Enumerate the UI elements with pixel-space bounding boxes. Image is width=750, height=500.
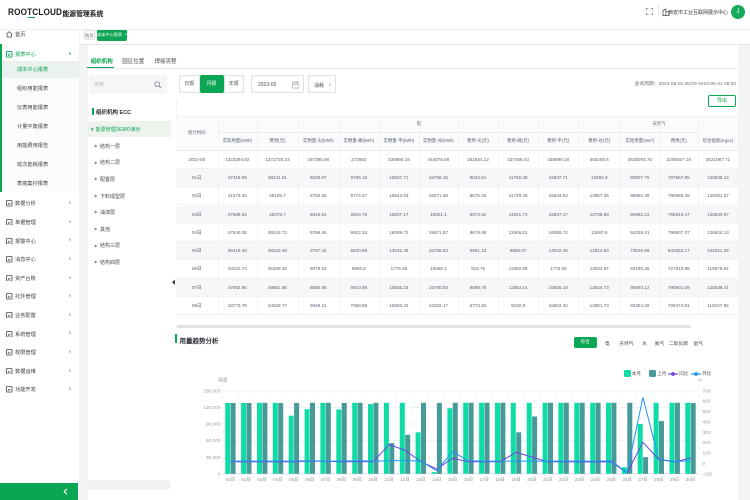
svg-text:15日: 15日 bbox=[448, 477, 457, 483]
svg-text:0: 0 bbox=[218, 471, 221, 477]
svg-text:300: 300 bbox=[703, 430, 711, 436]
svg-text:120,000: 120,000 bbox=[203, 405, 221, 411]
svg-text:26日: 26日 bbox=[622, 477, 631, 483]
svg-text:90,000: 90,000 bbox=[206, 422, 221, 428]
svg-text:400: 400 bbox=[703, 420, 711, 426]
svg-text:25日: 25日 bbox=[607, 477, 616, 483]
svg-text:13日: 13日 bbox=[416, 477, 425, 483]
svg-text:18日: 18日 bbox=[496, 477, 505, 483]
svg-text:60,000: 60,000 bbox=[206, 438, 221, 444]
svg-text:500: 500 bbox=[703, 409, 711, 415]
svg-text:01日: 01日 bbox=[226, 477, 235, 483]
svg-text:06日: 06日 bbox=[305, 477, 314, 483]
svg-text:03日: 03日 bbox=[258, 477, 267, 483]
svg-text:200: 200 bbox=[703, 440, 711, 446]
svg-text:10日: 10日 bbox=[369, 477, 378, 483]
svg-text:16日: 16日 bbox=[464, 477, 473, 483]
svg-text:100: 100 bbox=[703, 451, 711, 457]
svg-text:600: 600 bbox=[703, 399, 711, 405]
svg-text:用量: 用量 bbox=[218, 377, 228, 384]
svg-text:%: % bbox=[698, 378, 703, 384]
svg-text:22日: 22日 bbox=[559, 477, 568, 483]
svg-text:17日: 17日 bbox=[480, 477, 489, 483]
svg-text:19日: 19日 bbox=[511, 477, 520, 483]
svg-text:14日: 14日 bbox=[432, 477, 441, 483]
svg-text:30日: 30日 bbox=[686, 477, 695, 483]
svg-text:150,000: 150,000 bbox=[203, 388, 221, 394]
svg-text:28日: 28日 bbox=[654, 477, 663, 483]
svg-text:700: 700 bbox=[703, 388, 711, 394]
svg-text:11日: 11日 bbox=[385, 477, 394, 483]
svg-text:08日: 08日 bbox=[337, 477, 346, 483]
svg-text:-100: -100 bbox=[703, 471, 713, 477]
svg-text:20日: 20日 bbox=[527, 477, 536, 483]
svg-text:24日: 24日 bbox=[591, 477, 600, 483]
svg-text:29日: 29日 bbox=[670, 477, 679, 483]
svg-text:27日: 27日 bbox=[638, 477, 647, 483]
svg-text:02日: 02日 bbox=[242, 477, 251, 483]
svg-text:30,000: 30,000 bbox=[206, 455, 221, 461]
svg-text:12日: 12日 bbox=[400, 477, 409, 483]
svg-text:07日: 07日 bbox=[321, 477, 330, 483]
svg-text:0: 0 bbox=[703, 461, 706, 467]
svg-text:05日: 05日 bbox=[289, 477, 298, 483]
svg-text:21日: 21日 bbox=[543, 477, 552, 483]
svg-text:09日: 09日 bbox=[353, 477, 362, 483]
svg-text:04日: 04日 bbox=[273, 477, 282, 483]
svg-text:23日: 23日 bbox=[575, 477, 584, 483]
